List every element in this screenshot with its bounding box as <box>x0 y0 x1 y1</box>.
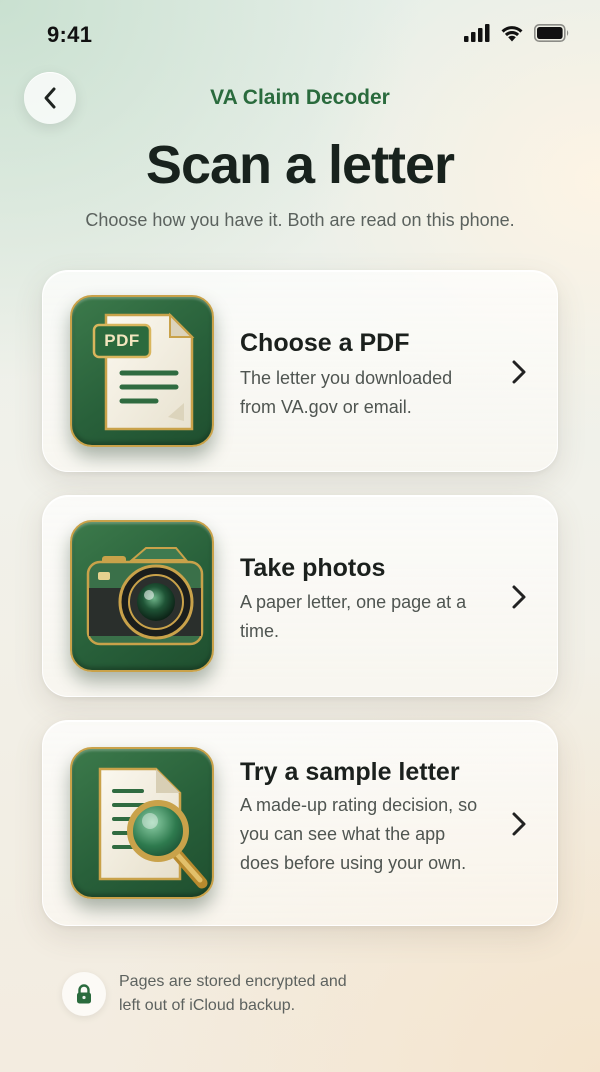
chevron-right-icon <box>512 812 526 836</box>
status-bar: 9:41 <box>0 0 600 70</box>
choose-pdf-option[interactable]: PDF Choose a PDF The letter you download… <box>42 270 558 472</box>
sample-letter-option[interactable]: Try a sample letter A made-up rating dec… <box>42 720 558 926</box>
option-title: Try a sample letter <box>240 758 460 786</box>
option-description: The letter you downloaded from VA.gov or… <box>240 368 453 417</box>
privacy-note: Pages are stored encrypted and left out … <box>62 970 359 1018</box>
battery-icon <box>534 24 569 42</box>
page-subtitle: Choose how you have it. Both are read on… <box>85 210 515 230</box>
document-magnifier-icon <box>70 747 214 899</box>
status-icons <box>464 24 570 42</box>
pdf-document-icon: PDF <box>70 295 214 447</box>
wifi-icon <box>501 26 523 42</box>
take-photos-option[interactable]: Take photos A paper letter, one page at … <box>42 495 558 697</box>
status-time: 9:41 <box>47 22 93 47</box>
option-title: Take photos <box>240 554 386 582</box>
option-description: A made-up rating decision, so you can se… <box>240 795 478 873</box>
app-name: VA Claim Decoder <box>210 86 390 109</box>
pdf-badge-label: PDF <box>104 331 140 350</box>
chevron-right-icon <box>512 360 526 384</box>
lock-icon <box>62 972 106 1016</box>
privacy-note-text: Pages are stored encrypted and left out … <box>119 973 347 1014</box>
camera-icon <box>70 520 214 672</box>
option-title: Choose a PDF <box>240 329 410 357</box>
cellular-signal-icon <box>464 24 490 42</box>
option-description: A paper letter, one page at a time. <box>240 592 467 641</box>
chevron-right-icon <box>512 585 526 609</box>
page-title: Scan a letter <box>145 135 455 195</box>
